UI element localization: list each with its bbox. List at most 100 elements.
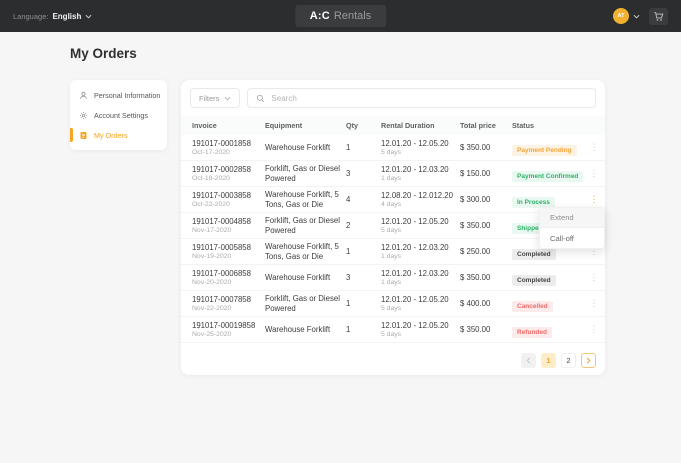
search-input[interactable] bbox=[271, 94, 587, 103]
quantity: 2 bbox=[346, 221, 381, 230]
account-sidebar: Personal Information Account Settings My… bbox=[70, 80, 167, 150]
equipment-name: Warehouse Forklift bbox=[265, 273, 346, 282]
quantity: 1 bbox=[346, 247, 381, 256]
table-row: 191017-0001858 Oct-17-2020 Warehouse For… bbox=[181, 135, 605, 161]
rental-days: 5 days bbox=[381, 331, 460, 338]
total-price: $ 150.00 bbox=[460, 169, 512, 178]
sidebar-item-my-orders[interactable]: My Orders bbox=[70, 125, 167, 145]
column-header-status: Status bbox=[512, 121, 583, 130]
rental-days: 5 days bbox=[381, 305, 460, 312]
rental-days: 1 days bbox=[381, 253, 460, 260]
table-row: 191017-0006858 Nov-20-2020 Warehouse For… bbox=[181, 265, 605, 291]
cart-button[interactable] bbox=[649, 8, 668, 25]
rental-days: 1 days bbox=[381, 175, 460, 182]
equipment-name: Warehouse Forklift, 5 Tons, Gas or Die bbox=[265, 190, 346, 208]
pagination: 1 2 bbox=[181, 345, 605, 375]
status-badge: Completed bbox=[512, 249, 556, 260]
status-badge: Refunded bbox=[512, 327, 552, 338]
invoice-date: Oct-22-2020 bbox=[192, 201, 265, 208]
person-icon bbox=[79, 91, 88, 100]
column-header-equipment: Equipment bbox=[265, 121, 346, 130]
table-row: 191017-00019858 Nov-25-2020 Warehouse Fo… bbox=[181, 317, 605, 343]
filters-label: Filters bbox=[199, 94, 219, 103]
invoice-date: Nov-19-2020 bbox=[192, 253, 265, 260]
quantity: 1 bbox=[346, 325, 381, 334]
rental-duration: 12.08.20 - 12.012.20 bbox=[381, 191, 460, 200]
rental-duration: 12.01.20 - 12.03.20 bbox=[381, 165, 460, 174]
invoice-date: Oct-17-2020 bbox=[192, 149, 265, 156]
invoice-number: 191017-0007858 bbox=[192, 295, 265, 304]
total-price: $ 350.00 bbox=[460, 143, 512, 152]
quantity: 1 bbox=[346, 299, 381, 308]
rental-days: 5 days bbox=[381, 149, 460, 156]
top-bar: Language: English A:C Rentals AT bbox=[0, 0, 681, 32]
row-actions-button[interactable]: ⋮ bbox=[586, 297, 603, 310]
row-actions-button[interactable]: ⋮ bbox=[586, 141, 603, 154]
language-switcher[interactable]: Language: English bbox=[13, 12, 92, 21]
total-price: $ 250.00 bbox=[460, 247, 512, 256]
invoice-date: Nov-17-2020 bbox=[192, 227, 265, 234]
sidebar-item-label: Account Settings bbox=[94, 111, 148, 120]
pagination-page-2[interactable]: 2 bbox=[561, 353, 576, 368]
status-badge: Payment Pending bbox=[512, 145, 577, 156]
pagination-next-button[interactable] bbox=[581, 353, 596, 368]
total-price: $ 350.00 bbox=[460, 273, 512, 282]
gear-icon bbox=[79, 111, 88, 120]
invoice-number: 191017-0002858 bbox=[192, 165, 265, 174]
rental-days: 5 days bbox=[381, 227, 460, 234]
menu-item-call-off[interactable]: Call-off bbox=[540, 228, 604, 248]
rental-duration: 12.01.20 - 12.05.20 bbox=[381, 139, 460, 148]
row-actions-button[interactable]: ⋮ bbox=[586, 167, 603, 180]
rental-duration: 12.01.20 - 12.05.20 bbox=[381, 295, 460, 304]
row-actions-button-active[interactable]: ⋮ bbox=[586, 193, 603, 206]
table-toolbar: Filters bbox=[181, 80, 605, 116]
total-price: $ 350.00 bbox=[460, 325, 512, 334]
total-price: $ 400.00 bbox=[460, 299, 512, 308]
search-icon bbox=[256, 94, 265, 103]
rental-duration: 12.01.20 - 12.03.20 bbox=[381, 243, 460, 252]
quantity: 4 bbox=[346, 195, 381, 204]
column-header-invoice: Invoice bbox=[192, 121, 265, 130]
pagination-prev-button[interactable] bbox=[521, 353, 536, 368]
row-actions-menu: Extend Call-off bbox=[539, 207, 605, 249]
search-box bbox=[247, 88, 596, 108]
table-row: 191017-0007858 Nov-22-2020 Forklift, Gas… bbox=[181, 291, 605, 317]
status-badge: Cancelled bbox=[512, 301, 553, 312]
row-actions-button[interactable]: ⋮ bbox=[586, 271, 603, 284]
sidebar-item-account-settings[interactable]: Account Settings bbox=[70, 105, 167, 125]
equipment-name: Forklift, Gas or Diesel Powered bbox=[265, 294, 346, 312]
user-menu[interactable]: AT bbox=[613, 8, 640, 24]
invoice-number: 191017-0005858 bbox=[192, 243, 265, 252]
brand-logo-rest: Rentals bbox=[334, 10, 371, 22]
page-title: My Orders bbox=[70, 46, 137, 61]
total-price: $ 300.00 bbox=[460, 195, 512, 204]
brand-logo-bold: A:C bbox=[310, 10, 330, 22]
sidebar-item-personal-information[interactable]: Personal Information bbox=[70, 85, 167, 105]
equipment-name: Warehouse Forklift, 5 Tons, Gas or Die bbox=[265, 242, 346, 260]
sidebar-item-label: My Orders bbox=[94, 131, 128, 140]
language-label: Language: bbox=[13, 12, 48, 21]
invoice-date: Nov-25-2020 bbox=[192, 331, 265, 338]
invoice-number: 191017-0001858 bbox=[192, 139, 265, 148]
filters-button[interactable]: Filters bbox=[190, 88, 240, 108]
invoice-date: Nov-20-2020 bbox=[192, 279, 265, 286]
invoice-number: 191017-0006858 bbox=[192, 269, 265, 278]
language-value: English bbox=[52, 12, 81, 21]
sidebar-item-label: Personal Information bbox=[94, 91, 160, 100]
rental-days: 4 days bbox=[381, 201, 460, 208]
chevron-left-icon bbox=[526, 357, 531, 364]
status-badge: Completed bbox=[512, 275, 556, 286]
status-badge: In Process bbox=[512, 197, 555, 208]
avatar: AT bbox=[613, 8, 629, 24]
brand-logo[interactable]: A:C Rentals bbox=[295, 5, 386, 27]
quantity: 3 bbox=[346, 273, 381, 282]
column-header-qty: Qty bbox=[346, 121, 381, 130]
rental-duration: 12.01.20 - 12.03.20 bbox=[381, 269, 460, 278]
row-actions-button[interactable]: ⋮ bbox=[586, 323, 603, 336]
menu-item-extend[interactable]: Extend bbox=[540, 208, 604, 228]
chevron-right-icon bbox=[586, 357, 591, 364]
pagination-page-1[interactable]: 1 bbox=[541, 353, 556, 368]
status-badge: Payment Confirmed bbox=[512, 171, 583, 182]
total-price: $ 350.00 bbox=[460, 221, 512, 230]
orders-panel: Filters Invoice Equipment Qty Rental Dur… bbox=[181, 80, 605, 375]
